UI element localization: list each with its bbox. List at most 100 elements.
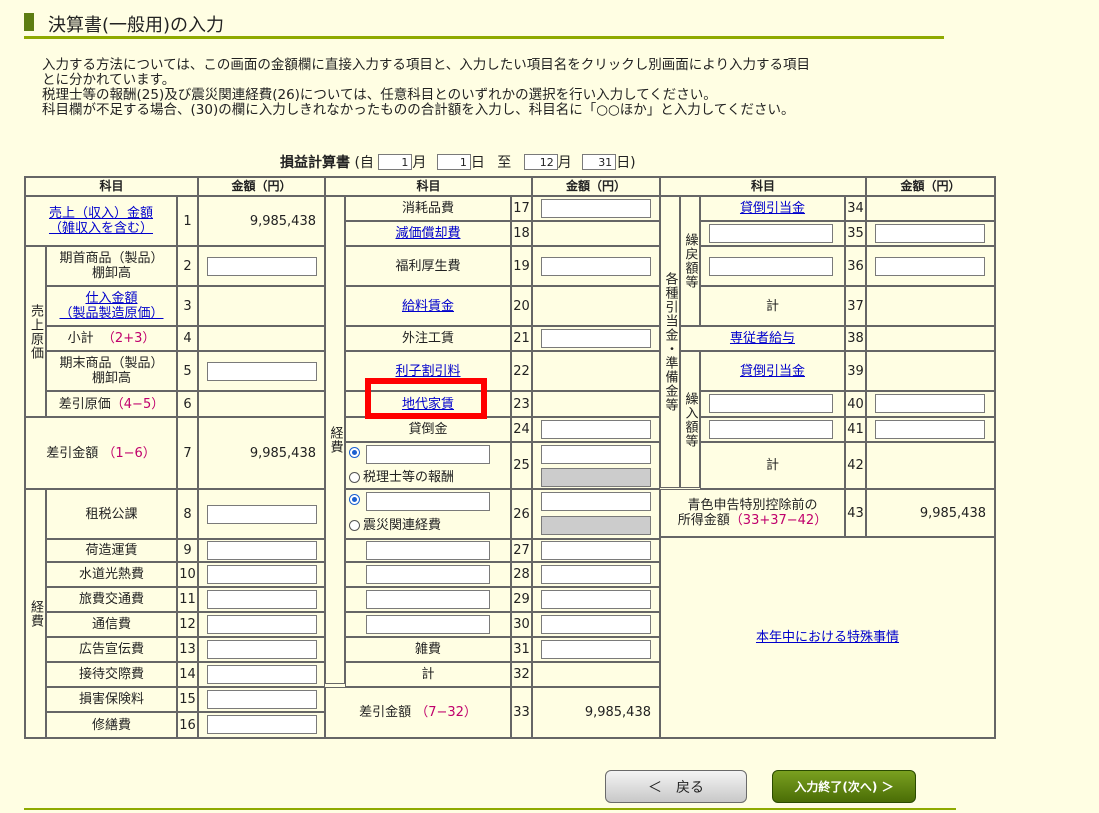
row-label: 広告宣伝費 (46, 637, 177, 662)
closing-inventory-input[interactable] (207, 362, 317, 381)
row-number: 36 (845, 246, 866, 286)
depreciation-link[interactable]: 減価償却費 (345, 221, 511, 246)
sales-link-line1[interactable]: 売上（収入）金額 (49, 206, 153, 221)
provision-amount-input[interactable] (875, 420, 985, 439)
income-before-deduction-label: 青色申告特別控除前の 所得金額（33+37−42） (660, 489, 845, 537)
row-number: 3 (177, 286, 198, 326)
finish-next-button[interactable]: 入力終了(次へ) ＞ (772, 770, 916, 803)
sales-link[interactable]: 売上（収入）金額 （雑収入を含む） (25, 196, 177, 246)
group-expenses-mid: 経費 (325, 196, 345, 684)
to-day-input[interactable]: 31 (582, 154, 617, 170)
free-item-amount-input[interactable] (541, 590, 651, 609)
communication-input[interactable] (207, 615, 317, 634)
amount-cell (866, 417, 995, 442)
row-number: 16 (177, 712, 198, 738)
from-day-input[interactable]: 1 (436, 154, 471, 170)
group-expenses-left: 経費 (25, 489, 46, 738)
back-button[interactable]: ＜ 戻る (605, 770, 747, 803)
row-number: 38 (845, 326, 866, 351)
free-item-amount-input[interactable] (541, 615, 651, 634)
free-item-cell (345, 562, 511, 587)
row-number: 30 (511, 612, 532, 637)
group-provisions: 繰入額等 (680, 351, 700, 488)
amount-cell (198, 286, 325, 326)
allowance-link[interactable]: 貸倒引当金 (700, 196, 845, 221)
free-item-name-input[interactable] (366, 565, 490, 584)
header-kingaku-right: 金額（円） (866, 177, 995, 196)
row-label: 修繕費 (46, 712, 177, 738)
row-number: 32 (511, 662, 532, 687)
instruction-line: とに分かれています。 (42, 72, 176, 88)
amount-value: 9,985,438 (532, 687, 660, 738)
free-item-name-input[interactable] (366, 590, 490, 609)
fee-amount-input[interactable] (541, 445, 651, 464)
tax-accountant-radio[interactable] (349, 472, 360, 483)
free-item-cell (345, 539, 511, 562)
purchases-link[interactable]: 仕入金額 （製品製造原価） (46, 286, 177, 326)
free-item-cell (700, 246, 845, 286)
instruction-line: 入力する方法については、この画面の金額欄に直接入力する項目と、入力したい項目名を… (42, 57, 811, 73)
special-circumstances-link[interactable]: 本年中における特殊事情 (756, 630, 899, 645)
travel-input[interactable] (207, 590, 317, 609)
taxes-input[interactable] (207, 505, 317, 524)
reversal-name-input[interactable] (709, 224, 833, 243)
row-label: 外注工賃 (345, 326, 511, 351)
amount-cell (198, 637, 325, 662)
custom-item-name-input[interactable] (366, 492, 490, 511)
page-title-bar: 決算書(一般用)の入力 (24, 10, 944, 39)
row-number: 18 (511, 221, 532, 246)
welfare-input[interactable] (541, 257, 651, 276)
opening-inventory-input[interactable] (207, 257, 317, 276)
free-item-name-input[interactable] (366, 541, 490, 560)
disaster-amount-input[interactable] (541, 492, 651, 511)
provision-name-input[interactable] (709, 420, 833, 439)
sales-link-line2[interactable]: （雑収入を含む） (49, 221, 153, 236)
row-label: 水道光熱費 (46, 562, 177, 587)
free-item-cell (345, 587, 511, 612)
row-number: 24 (511, 417, 532, 442)
insurance-input[interactable] (207, 690, 317, 709)
amount-value: 9,985,438 (198, 196, 325, 246)
provision-name-input[interactable] (709, 394, 833, 413)
supplies-input[interactable] (541, 199, 651, 218)
amount-cell (866, 196, 995, 221)
from-month-input[interactable]: 1 (378, 154, 413, 170)
row-number: 7 (177, 417, 198, 489)
utilities-input[interactable] (207, 565, 317, 584)
salaries-link[interactable]: 給料賃金 (345, 286, 511, 326)
advertising-input[interactable] (207, 640, 317, 659)
row-number: 17 (511, 196, 532, 221)
to-month-input[interactable]: 12 (523, 154, 558, 170)
amount-cell (532, 417, 660, 442)
amount-cell (532, 391, 660, 417)
family-salary-link[interactable]: 専従者給与 (680, 326, 845, 351)
statement-period: 損益計算書 (自 1月 1日 至 12 月 31 日) (280, 152, 636, 174)
bottom-divider (24, 808, 956, 810)
tax-accountant-label: 税理士等の報酬 (363, 470, 455, 485)
provision-amount-input[interactable] (875, 394, 985, 413)
income-statement-table: 科目 金額（円） 科目 金額（円） 科目 金額（円） 売上（収入）金額 （雑収入… (24, 176, 996, 739)
custom-item-radio[interactable] (349, 494, 360, 505)
reversal-name-input[interactable] (709, 257, 833, 276)
allowance-link[interactable]: 貸倒引当金 (700, 351, 845, 391)
header-kamoku-right: 科目 (660, 177, 866, 196)
custom-item-name-input[interactable] (366, 445, 490, 464)
custom-item-radio[interactable] (349, 447, 360, 458)
outsourcing-input[interactable] (541, 329, 651, 348)
packing-freight-input[interactable] (207, 541, 317, 560)
reversal-amount-input[interactable] (875, 257, 985, 276)
amount-cell (532, 221, 660, 246)
free-item-amount-input[interactable] (541, 541, 651, 560)
row-number: 43 (845, 489, 866, 537)
repairs-input[interactable] (207, 715, 317, 734)
amount-cell (532, 286, 660, 326)
misc-input[interactable] (541, 640, 651, 659)
free-item-amount-input[interactable] (541, 565, 651, 584)
row-number: 25 (511, 442, 532, 489)
disaster-expense-radio[interactable] (349, 520, 360, 531)
bad-debt-input[interactable] (541, 420, 651, 439)
entertainment-input[interactable] (207, 665, 317, 684)
reversal-amount-input[interactable] (875, 224, 985, 243)
amount-cell (198, 351, 325, 391)
free-item-name-input[interactable] (366, 615, 490, 634)
